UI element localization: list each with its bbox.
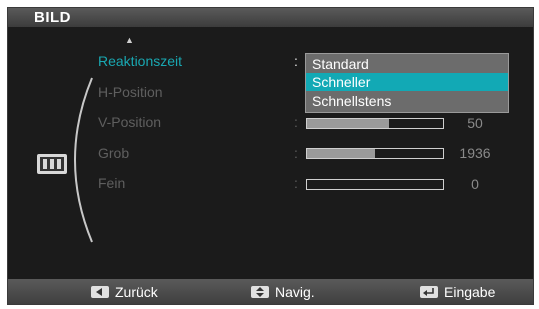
separator-colon: :	[294, 145, 298, 161]
menu-item-grob[interactable]: Grob	[98, 145, 129, 161]
v-position-value: 50	[467, 115, 483, 131]
enter-button[interactable]: Eingabe	[420, 283, 495, 301]
option-label: Standard	[312, 56, 369, 72]
back-button[interactable]: Zurück	[91, 283, 158, 301]
option-label: Schnellstens	[312, 93, 392, 109]
up-down-key-icon	[251, 286, 269, 298]
slider-fill	[307, 149, 375, 158]
dropdown-option-standard[interactable]: Standard	[306, 55, 508, 73]
dropdown-option-schneller[interactable]: Schneller	[306, 73, 508, 91]
fein-slider[interactable]	[306, 179, 444, 190]
navigate-label: Navig.	[275, 284, 315, 300]
grob-value: 1936	[459, 145, 491, 161]
fein-value: 0	[471, 176, 479, 192]
grob-slider[interactable]	[306, 148, 444, 159]
osd-window: BILD ▲ Reaktionszeit H-Position V-Positi…	[7, 7, 534, 305]
separator-colon: :	[294, 53, 298, 69]
up-arrow-icon[interactable]: ▲	[125, 35, 134, 45]
separator-colon: :	[294, 175, 298, 191]
slider-fill	[307, 119, 389, 128]
reaktionszeit-dropdown[interactable]: Standard Schneller Schnellstens	[305, 53, 509, 113]
menu-item-h-position[interactable]: H-Position	[98, 84, 163, 100]
separator-colon: :	[294, 114, 298, 130]
picture-menu-icon	[36, 153, 68, 175]
menu-title: BILD	[34, 9, 71, 26]
navigate-button[interactable]: Navig.	[251, 283, 315, 301]
title-bar: BILD	[8, 8, 533, 27]
footer-bar: Zurück Navig. Eingabe	[8, 279, 533, 304]
enter-label: Eingabe	[444, 284, 496, 300]
option-label: Schneller	[312, 74, 371, 90]
menu-item-v-position[interactable]: V-Position	[98, 114, 161, 130]
left-arrow-key-icon	[91, 286, 109, 298]
back-label: Zurück	[115, 284, 158, 300]
menu-item-reaktionszeit[interactable]: Reaktionszeit	[98, 53, 182, 69]
menu-item-fein[interactable]: Fein	[98, 175, 125, 191]
v-position-slider[interactable]	[306, 118, 444, 129]
dropdown-option-schnellstens[interactable]: Schnellstens	[306, 92, 508, 110]
enter-key-icon	[420, 286, 438, 298]
menu-arc-decoration	[74, 77, 93, 243]
